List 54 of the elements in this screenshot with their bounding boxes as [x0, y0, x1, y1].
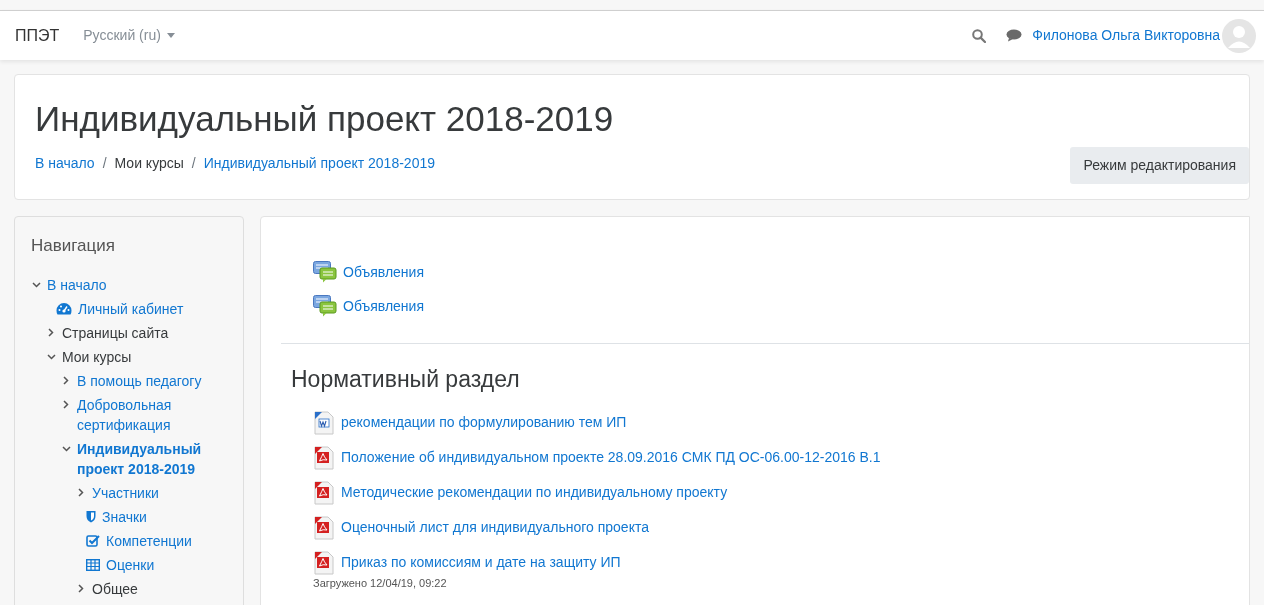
- navigation-link[interactable]: Оценки: [106, 554, 155, 575]
- checkbox-icon: [86, 534, 100, 547]
- breadcrumb-separator: /: [101, 154, 108, 173]
- pdf-document-icon: [313, 480, 335, 505]
- edit-mode-button[interactable]: Режим редактирования: [1070, 147, 1249, 184]
- chevron-right-icon[interactable]: [78, 488, 84, 497]
- forum-icon: [313, 261, 337, 283]
- activity-link[interactable]: Методические рекомендации по индивидуальному проекту: [341, 482, 728, 503]
- pdf-document-icon: [313, 515, 335, 540]
- activity-link[interactable]: Оценочный лист для индивидуального проекта: [341, 517, 649, 538]
- shield-icon: [86, 510, 96, 523]
- site-name-link[interactable]: ППЭТ: [15, 23, 60, 48]
- breadcrumb-link[interactable]: Индивидуальный проект 2018-2019: [203, 153, 435, 174]
- pdf-document-icon: [313, 445, 335, 470]
- navigation-link[interactable]: Мои курсы: [62, 346, 132, 367]
- table-icon: [86, 558, 100, 571]
- navigation-link[interactable]: Страницы сайта: [62, 322, 169, 343]
- message-icon[interactable]: [1006, 29, 1023, 42]
- navigation-link[interactable]: В начало: [47, 274, 107, 295]
- forum-icon: [313, 295, 337, 317]
- activity-link[interactable]: Объявления: [343, 295, 424, 317]
- navigation-link[interactable]: В помощь педагогу: [77, 370, 202, 391]
- navigation-link[interactable]: Компетенции: [106, 530, 192, 551]
- navigation-link[interactable]: Добровольная сертификация: [77, 394, 235, 435]
- chevron-right-icon[interactable]: [48, 328, 54, 337]
- language-menu[interactable]: Русский (ru): [83, 25, 175, 46]
- section-title: Нормативный раздел: [291, 365, 521, 394]
- activity-link[interactable]: Объявления: [343, 261, 424, 283]
- activity-link[interactable]: Приказ по комиссиям и дате на защиту ИП: [341, 552, 621, 573]
- user-name-link[interactable]: Филонова Ольга Викторовна: [1032, 25, 1220, 46]
- pdf-document-icon: [313, 550, 335, 575]
- word-document-icon: [313, 410, 335, 435]
- chevron-down-icon[interactable]: [46, 353, 56, 360]
- navigation-link[interactable]: Значки: [102, 506, 147, 527]
- chevron-right-icon[interactable]: [78, 584, 84, 593]
- search-icon[interactable]: [972, 28, 987, 43]
- navigation-link[interactable]: Личный кабинет: [78, 298, 184, 319]
- navigation-link[interactable]: Индивидуальный проект 2018-2019: [77, 438, 235, 479]
- chevron-down-icon[interactable]: [61, 445, 71, 452]
- chevron-down-icon[interactable]: [31, 281, 41, 288]
- navigation-link[interactable]: Общее: [92, 578, 138, 599]
- block-title: Навигация: [31, 235, 116, 257]
- upload-date: Загружено 12/04/19, 09:22: [313, 576, 448, 589]
- course-title: Индивидуальный проект 2018-2019: [35, 99, 615, 139]
- activity-link[interactable]: Положение об индивидуальном проекте 28.09.2016 СМК ПД ОС-06.00-12-2016 В.1: [341, 447, 881, 468]
- activity-link[interactable]: рекомендации по формулированию тем ИП: [341, 412, 627, 433]
- breadcrumb-separator: /: [190, 154, 197, 173]
- breadcrumb-link[interactable]: Мои курсы: [114, 153, 184, 174]
- chevron-right-icon[interactable]: [63, 376, 69, 385]
- dashboard-icon: [56, 302, 72, 315]
- breadcrumb-link[interactable]: В начало: [35, 153, 95, 174]
- chevron-right-icon[interactable]: [63, 400, 69, 409]
- navigation-link[interactable]: Участники: [92, 482, 159, 503]
- caret-icon: [166, 33, 175, 38]
